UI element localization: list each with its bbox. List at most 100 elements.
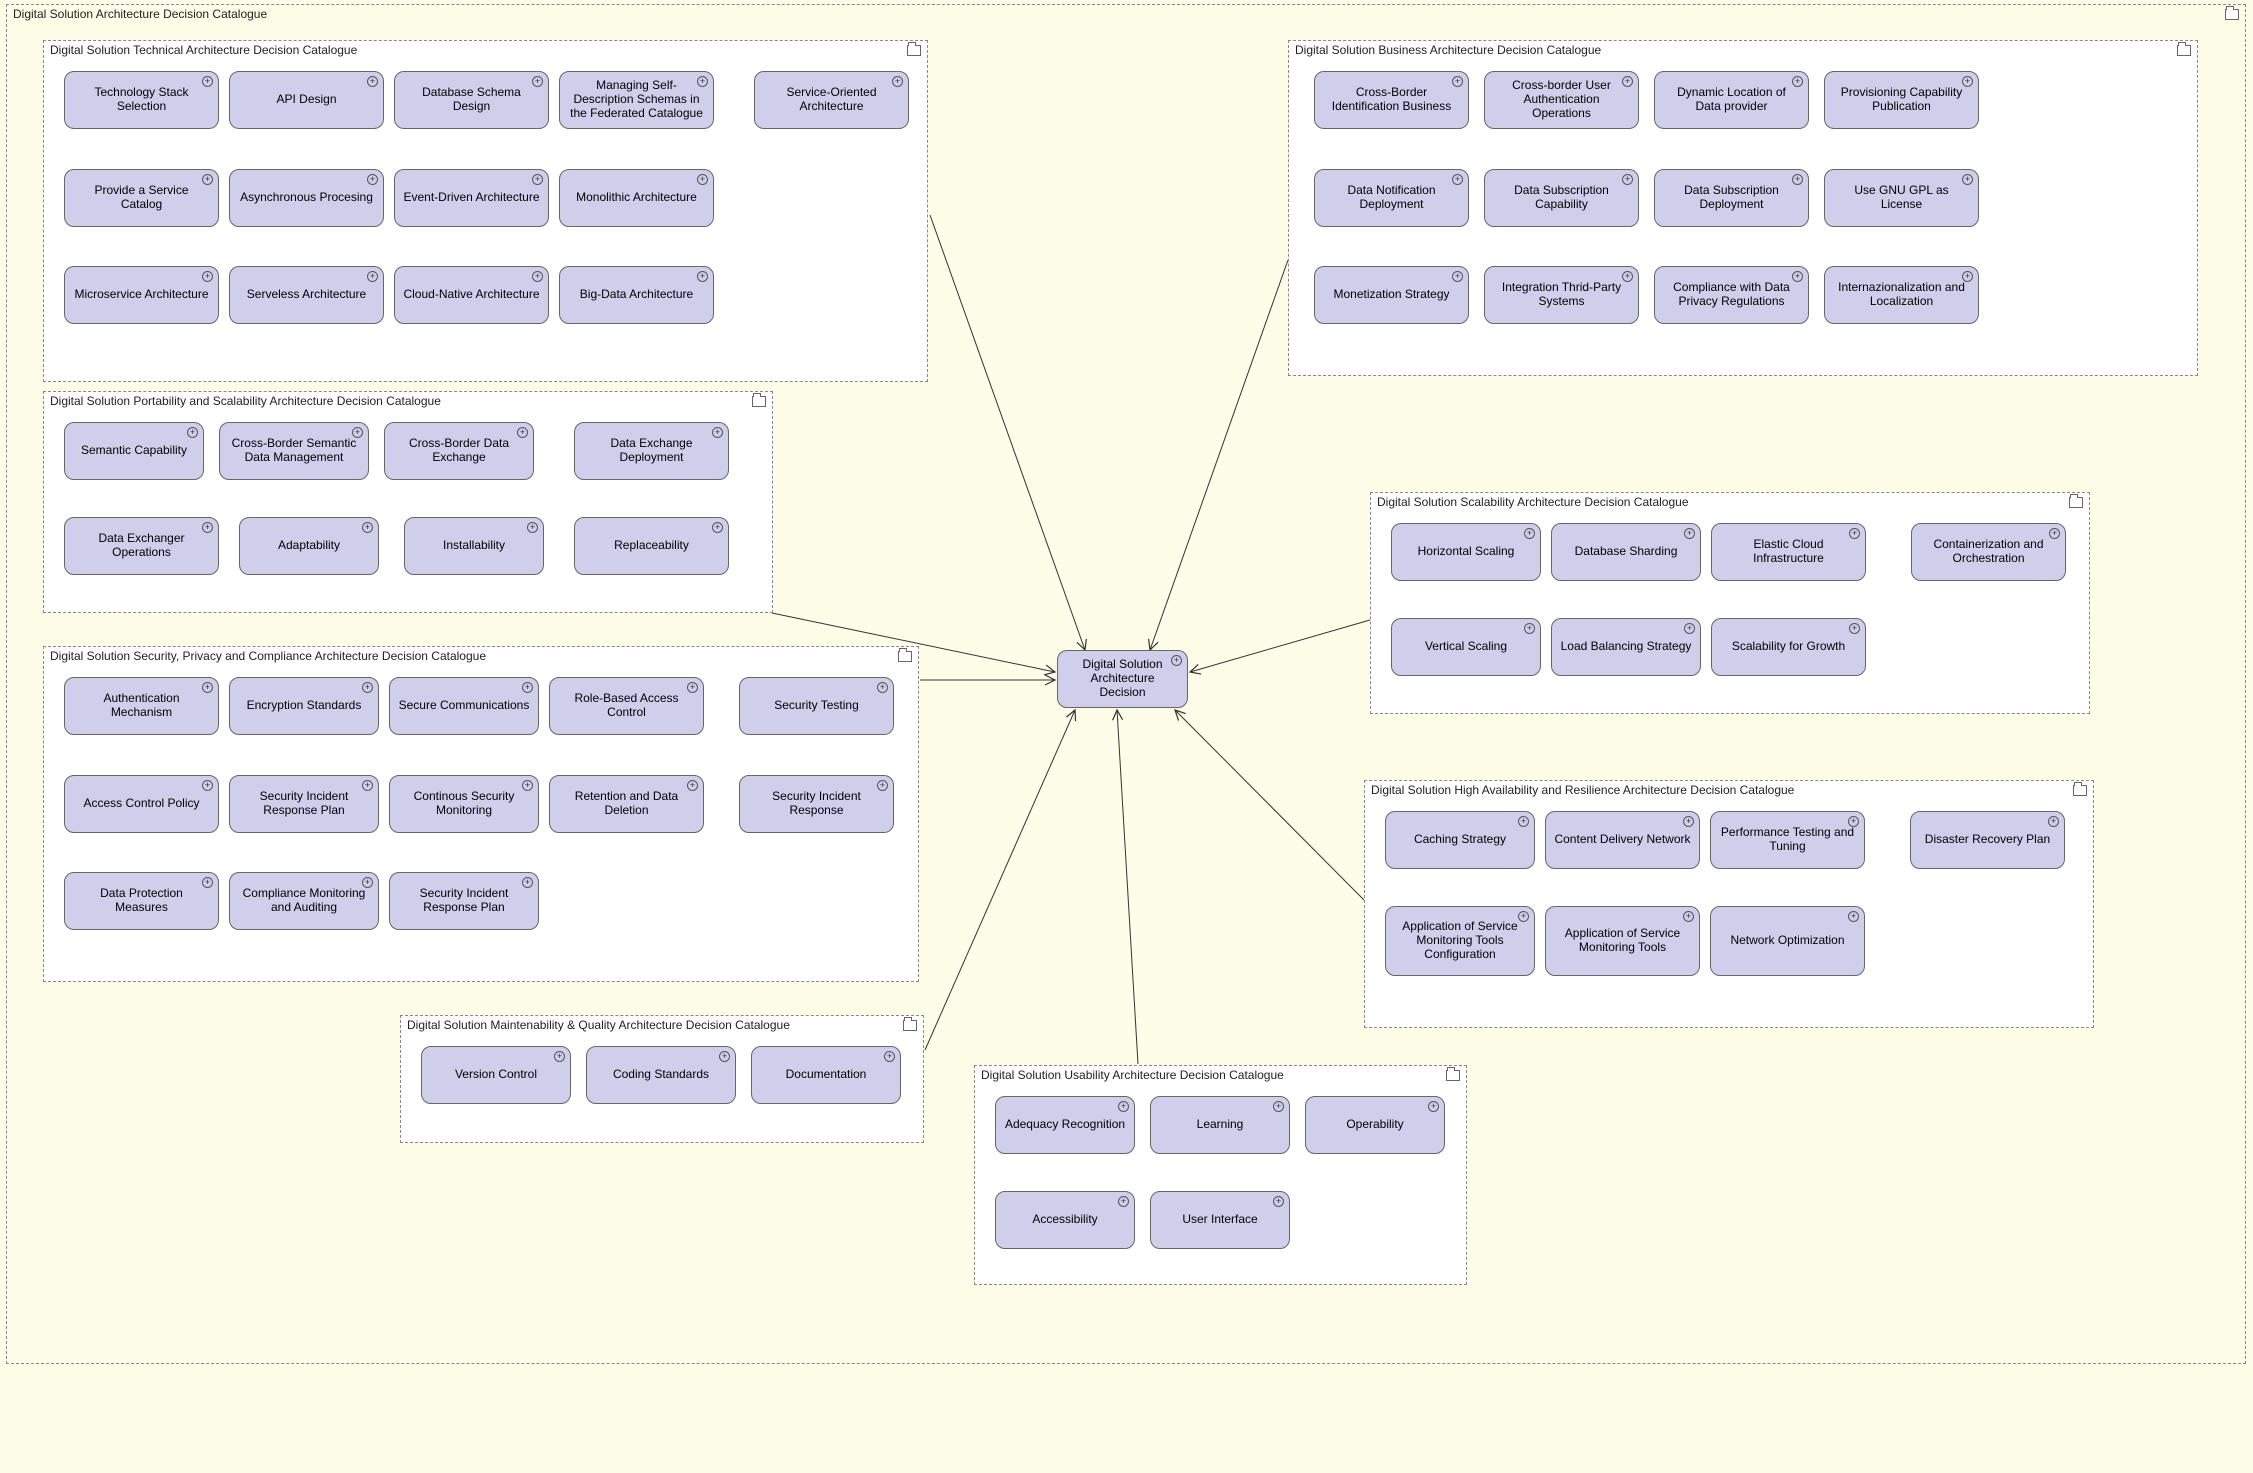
node-semantic-cap[interactable]: +Semantic Capability <box>64 422 204 480</box>
plus-icon[interactable]: + <box>1518 816 1529 827</box>
node-self-desc[interactable]: +Managing Self-Description Schemas in th… <box>559 71 714 129</box>
node-data-protect[interactable]: +Data Protection Measures <box>64 872 219 930</box>
node-perf-test[interactable]: +Performance Testing and Tuning <box>1710 811 1865 869</box>
plus-icon[interactable]: + <box>877 682 888 693</box>
node-data-sub-deploy[interactable]: +Data Subscription Deployment <box>1654 169 1809 227</box>
plus-icon[interactable]: + <box>1524 528 1535 539</box>
plus-icon[interactable]: + <box>687 682 698 693</box>
node-tech-stack[interactable]: +Technology Stack Selection <box>64 71 219 129</box>
node-dr-plan[interactable]: +Disaster Recovery Plan <box>1910 811 2065 869</box>
node-monolithic[interactable]: +Monolithic Architecture <box>559 169 714 227</box>
node-encryption[interactable]: +Encryption Standards <box>229 677 379 735</box>
plus-icon[interactable]: + <box>884 1051 895 1062</box>
node-access-policy[interactable]: +Access Control Policy <box>64 775 219 833</box>
plus-icon[interactable]: + <box>1452 174 1463 185</box>
plus-icon[interactable]: + <box>527 522 538 533</box>
node-version-control[interactable]: +Version Control <box>421 1046 571 1104</box>
plus-icon[interactable]: + <box>367 271 378 282</box>
plus-icon[interactable]: + <box>1524 623 1535 634</box>
plus-icon[interactable]: + <box>1622 76 1633 87</box>
node-dyn-loc[interactable]: +Dynamic Location of Data provider <box>1654 71 1809 129</box>
node-gnu-gpl[interactable]: +Use GNU GPL as License <box>1824 169 1979 227</box>
plus-icon[interactable]: + <box>532 174 543 185</box>
node-learning[interactable]: +Learning <box>1150 1096 1290 1154</box>
plus-icon[interactable]: + <box>532 271 543 282</box>
node-sirp-1[interactable]: +Security Incident Response Plan <box>229 775 379 833</box>
plus-icon[interactable]: + <box>532 76 543 87</box>
node-container-orch[interactable]: +Containerization and Orchestration <box>1911 523 2066 581</box>
node-elastic-cloud[interactable]: +Elastic Cloud Infrastructure <box>1711 523 1866 581</box>
plus-icon[interactable]: + <box>554 1051 565 1062</box>
node-db-sharding[interactable]: +Database Sharding <box>1551 523 1701 581</box>
node-service-catalog[interactable]: +Provide a Service Catalog <box>64 169 219 227</box>
plus-icon[interactable]: + <box>1962 271 1973 282</box>
node-event-driven[interactable]: +Event-Driven Architecture <box>394 169 549 227</box>
plus-icon[interactable]: + <box>1622 174 1633 185</box>
node-ui[interactable]: +User Interface <box>1150 1191 1290 1249</box>
plus-icon[interactable]: + <box>187 427 198 438</box>
plus-icon[interactable]: + <box>202 76 213 87</box>
node-data-sub-cap[interactable]: +Data Subscription Capability <box>1484 169 1639 227</box>
node-scale-growth[interactable]: +Scalability for Growth <box>1711 618 1866 676</box>
plus-icon[interactable]: + <box>1849 528 1860 539</box>
plus-icon[interactable]: + <box>697 174 708 185</box>
plus-icon[interactable]: + <box>1684 528 1695 539</box>
node-installability[interactable]: +Installability <box>404 517 544 575</box>
node-operability[interactable]: +Operability <box>1305 1096 1445 1154</box>
plus-icon[interactable]: + <box>719 1051 730 1062</box>
node-adequacy[interactable]: +Adequacy Recognition <box>995 1096 1135 1154</box>
node-sec-testing[interactable]: +Security Testing <box>739 677 894 735</box>
center-node[interactable]: + Digital Solution Architecture Decision <box>1057 650 1188 708</box>
node-retention[interactable]: +Retention and Data Deletion <box>549 775 704 833</box>
plus-icon[interactable]: + <box>1962 76 1973 87</box>
plus-icon[interactable]: + <box>1792 174 1803 185</box>
plus-icon[interactable]: + <box>202 877 213 888</box>
node-microservice[interactable]: +Microservice Architecture <box>64 266 219 324</box>
node-soa[interactable]: +Service-Oriented Architecture <box>754 71 909 129</box>
node-horiz-scale[interactable]: +Horizontal Scaling <box>1391 523 1541 581</box>
node-accessibility[interactable]: +Accessibility <box>995 1191 1135 1249</box>
node-cloud-native[interactable]: +Cloud-Native Architecture <box>394 266 549 324</box>
plus-icon[interactable]: + <box>522 682 533 693</box>
node-sirp-2[interactable]: +Security Incident Response Plan <box>389 872 539 930</box>
node-cb-ident[interactable]: +Cross-Border Identification Business <box>1314 71 1469 129</box>
plus-icon[interactable]: + <box>1452 76 1463 87</box>
node-secure-comm[interactable]: +Secure Communications <box>389 677 539 735</box>
plus-icon[interactable]: + <box>202 682 213 693</box>
plus-icon[interactable]: + <box>522 780 533 791</box>
plus-icon[interactable]: + <box>362 780 373 791</box>
node-cont-sec-mon[interactable]: +Continous Security Monitoring <box>389 775 539 833</box>
plus-icon[interactable]: + <box>202 780 213 791</box>
plus-icon[interactable]: + <box>362 522 373 533</box>
plus-icon[interactable]: + <box>1683 911 1694 922</box>
node-auth-mech[interactable]: +Authentication Mechanism <box>64 677 219 735</box>
node-compliance-mon[interactable]: +Compliance Monitoring and Auditing <box>229 872 379 930</box>
plus-icon[interactable]: + <box>202 174 213 185</box>
node-cb-semantic[interactable]: +Cross-Border Semantic Data Management <box>219 422 369 480</box>
plus-icon[interactable]: + <box>202 271 213 282</box>
plus-icon[interactable]: + <box>2048 816 2059 827</box>
plus-icon[interactable]: + <box>1452 271 1463 282</box>
node-documentation[interactable]: +Documentation <box>751 1046 901 1104</box>
plus-icon[interactable]: + <box>697 271 708 282</box>
plus-icon[interactable]: + <box>1273 1101 1284 1112</box>
node-net-opt[interactable]: +Network Optimization <box>1710 906 1865 976</box>
plus-icon[interactable]: + <box>1273 1196 1284 1207</box>
plus-icon[interactable]: + <box>1118 1101 1129 1112</box>
plus-icon[interactable]: + <box>2049 528 2060 539</box>
node-privacy-compl[interactable]: +Compliance with Data Privacy Regulation… <box>1654 266 1809 324</box>
node-monetization[interactable]: +Monetization Strategy <box>1314 266 1469 324</box>
plus-icon[interactable]: + <box>1684 623 1695 634</box>
node-prov-cap[interactable]: +Provisioning Capability Publication <box>1824 71 1979 129</box>
plus-icon[interactable]: + <box>522 877 533 888</box>
node-async[interactable]: +Asynchronous Procesing <box>229 169 384 227</box>
node-data-exchange-deploy[interactable]: +Data Exchange Deployment <box>574 422 729 480</box>
plus-icon[interactable]: + <box>697 76 708 87</box>
plus-icon[interactable]: + <box>202 522 213 533</box>
plus-icon[interactable]: + <box>687 780 698 791</box>
plus-icon[interactable]: + <box>362 877 373 888</box>
plus-icon[interactable]: + <box>1848 816 1859 827</box>
plus-icon[interactable]: + <box>1622 271 1633 282</box>
plus-icon[interactable]: + <box>517 427 528 438</box>
node-cdn[interactable]: +Content Delivery Network <box>1545 811 1700 869</box>
